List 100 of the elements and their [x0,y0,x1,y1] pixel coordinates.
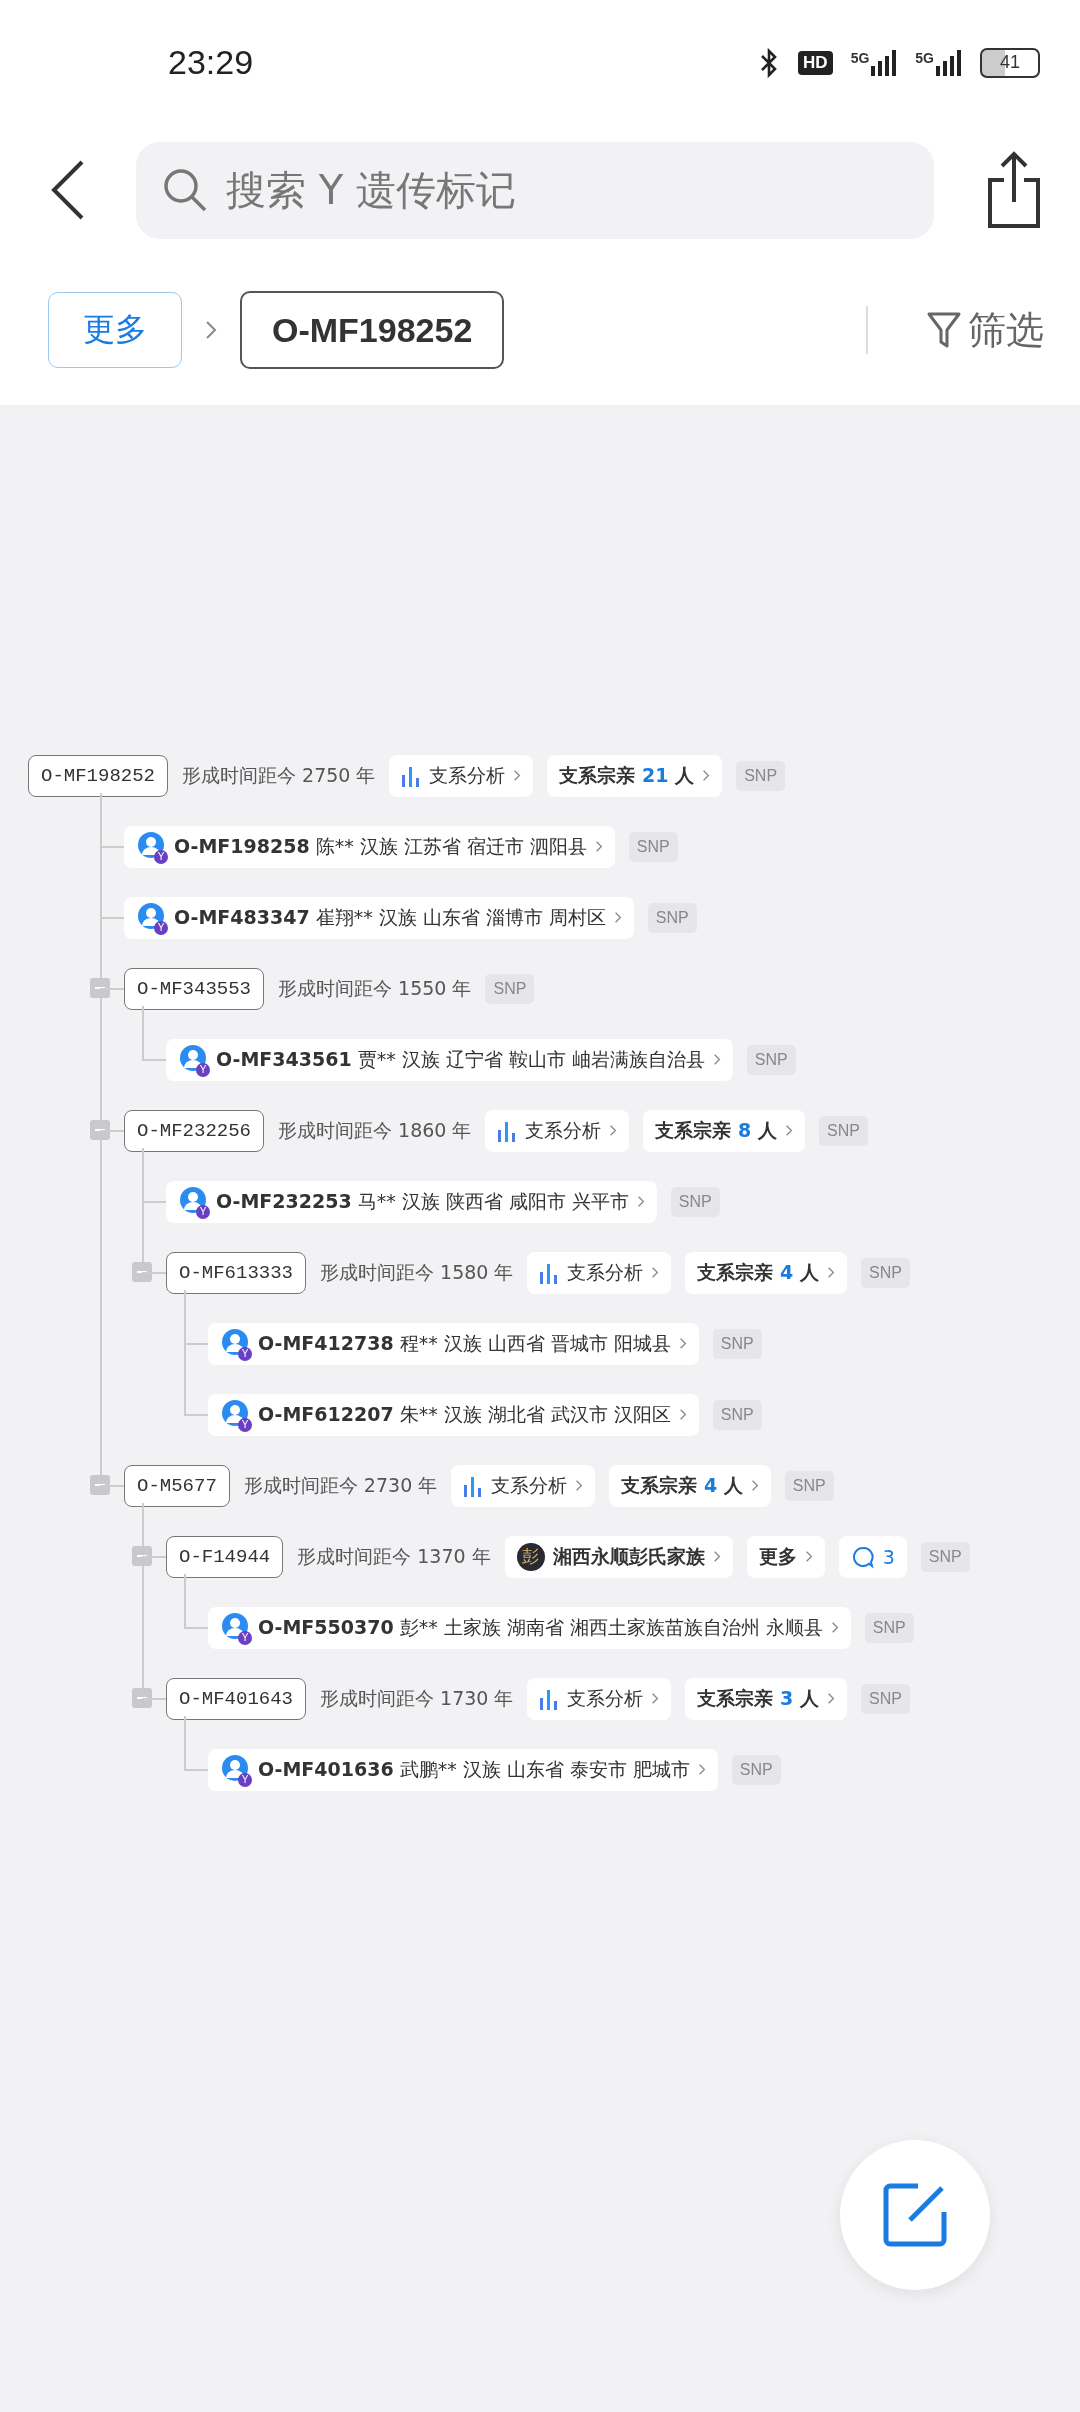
breadcrumb-current[interactable]: O-MF198252 [240,291,505,369]
snp-tag: SNP [920,1541,970,1572]
haplogroup-button[interactable]: O-MF343553 [124,967,265,1010]
filter-button[interactable]: 筛选 [926,304,1044,356]
snp-tag: SNP [731,1754,781,1785]
family-button[interactable]: 彭 湘西永顺彭氏家族 [504,1535,733,1578]
collapse-button[interactable] [132,1546,152,1566]
chevron-icon [826,1692,835,1705]
chevron-icon [678,1337,687,1350]
formation-age: 形成时间距今 1370 年 [297,1543,491,1569]
formation-age: 形成时间距今 1550 年 [278,975,472,1001]
filter-icon [926,310,962,350]
formation-age: 形成时间距今 1860 年 [278,1117,472,1143]
analysis-button[interactable]: 支系分析 [389,754,534,797]
bar-chart-icon [539,1687,560,1710]
chevron-icon [609,1124,618,1137]
member-link[interactable]: Y O-MF412738 程** 汉族 山西省 晋城市 阳城县 [208,1322,699,1365]
relatives-button[interactable]: 支系宗亲 4 人 [609,1464,771,1507]
snp-tag: SNP [712,1399,762,1430]
chevron-icon [712,1550,721,1563]
chevron-icon [784,1124,793,1137]
analysis-button[interactable]: 支系分析 [451,1464,596,1507]
member-link[interactable]: Y O-MF232253 马** 汉族 陕西省 咸阳市 兴平市 [166,1180,657,1223]
bar-chart-icon [401,764,422,787]
avatar-icon [222,1612,248,1639]
snp-tag: SNP [818,1115,868,1146]
member-link[interactable]: Y O-MF343561 贾** 汉族 辽宁省 鞍山市 岫岩满族自治县 [166,1038,733,1081]
avatar-icon [222,1399,248,1426]
search-field[interactable]: 搜索 Y 遗传标记 [136,141,934,239]
avatar-icon [180,1044,206,1071]
more-button[interactable]: 更多 [746,1535,825,1578]
snp-tag: SNP [736,760,786,791]
collapse-button[interactable] [132,1688,152,1708]
analysis-button[interactable]: 支系分析 [527,1251,672,1294]
bar-chart-icon [463,1474,484,1497]
snp-tag: SNP [628,831,678,862]
hd-indicator: HD [798,50,833,75]
member-link[interactable]: Y O-MF612207 朱** 汉族 湖北省 武汉市 汉阳区 [208,1393,699,1436]
haplogroup-button[interactable]: O-MF613333 [166,1251,307,1294]
snp-tag: SNP [712,1328,762,1359]
family-logo: 彭 [516,1542,545,1571]
battery-indicator: 41 [980,47,1040,78]
snp-tag: SNP [746,1044,796,1075]
relatives-button[interactable]: 支系宗亲 3 人 [685,1677,847,1720]
formation-age: 形成时间距今 2730 年 [243,1472,438,1498]
snp-tag: SNP [864,1612,914,1643]
more-button[interactable]: 更多 [48,292,182,368]
chevron-icon [804,1550,813,1563]
collapse-button[interactable] [90,1475,110,1495]
avatar-icon [138,831,164,858]
chevron-icon [651,1266,660,1279]
chevron-icon [594,840,603,853]
relatives-button[interactable]: 支系宗亲 21 人 [547,754,723,797]
avatar-icon [222,1328,248,1355]
relatives-button[interactable]: 支系宗亲 4 人 [685,1251,847,1294]
haplogroup-button[interactable]: O-MF198252 [28,754,169,797]
signal-indicator: 5G [850,49,898,76]
avatar-icon [222,1754,248,1781]
chevron-icon [678,1408,687,1421]
collapse-button[interactable] [132,1262,152,1282]
haplogroup-button[interactable]: O-MF401643 [166,1677,307,1720]
analysis-button[interactable]: 支系分析 [527,1677,672,1720]
snp-tag: SNP [485,973,535,1004]
analysis-button[interactable]: 支系分析 [485,1109,630,1152]
chevron-icon [750,1479,759,1492]
snp-tag: SNP [647,902,697,933]
comments-button[interactable]: 3 [838,1535,907,1578]
avatar-icon [180,1186,206,1213]
chevron-icon [830,1621,839,1634]
formation-age: 形成时间距今 2750 年 [182,762,376,788]
chevron-icon [204,319,218,341]
signal-indicator: 5G [915,49,962,76]
search-icon [162,166,208,213]
member-link[interactable]: Y O-MF401636 武鹏** 汉族 山东省 泰安市 肥城市 [208,1748,718,1791]
snp-tag: SNP [860,1683,910,1714]
chevron-icon [826,1266,835,1279]
snp-tag: SNP [784,1470,834,1501]
haplogroup-button[interactable]: O-M5677 [124,1464,230,1507]
comment-icon [850,1544,875,1569]
snp-tag: SNP [670,1186,720,1217]
bar-chart-icon [497,1119,518,1142]
relatives-button[interactable]: 支系宗亲 8 人 [643,1109,805,1152]
chevron-icon [575,1479,584,1492]
member-link[interactable]: Y O-MF483347 崔翔** 汉族 山东省 淄博市 周村区 [124,896,634,939]
chevron-icon [513,769,522,782]
haplogroup-button[interactable]: O-MF232256 [124,1109,265,1152]
haplogroup-button[interactable]: O-F14944 [166,1535,284,1578]
member-link[interactable]: Y O-MF550370 彭** 土家族 湖南省 湘西土家族苗族自治州 永顺县 [208,1606,851,1649]
chevron-icon [702,769,711,782]
bar-chart-icon [539,1261,560,1284]
collapse-button[interactable] [90,1120,110,1140]
chevron-icon [651,1692,660,1705]
chevron-icon [613,911,622,924]
chevron-icon [697,1763,706,1776]
collapse-button[interactable] [90,978,110,998]
member-link[interactable]: Y O-MF198258 陈** 汉族 江苏省 宿迁市 泗阳县 [124,825,615,868]
back-button[interactable] [50,158,86,222]
clock: 23:29 [168,43,254,82]
chevron-icon [636,1195,645,1208]
formation-age: 形成时间距今 1730 年 [320,1685,514,1711]
